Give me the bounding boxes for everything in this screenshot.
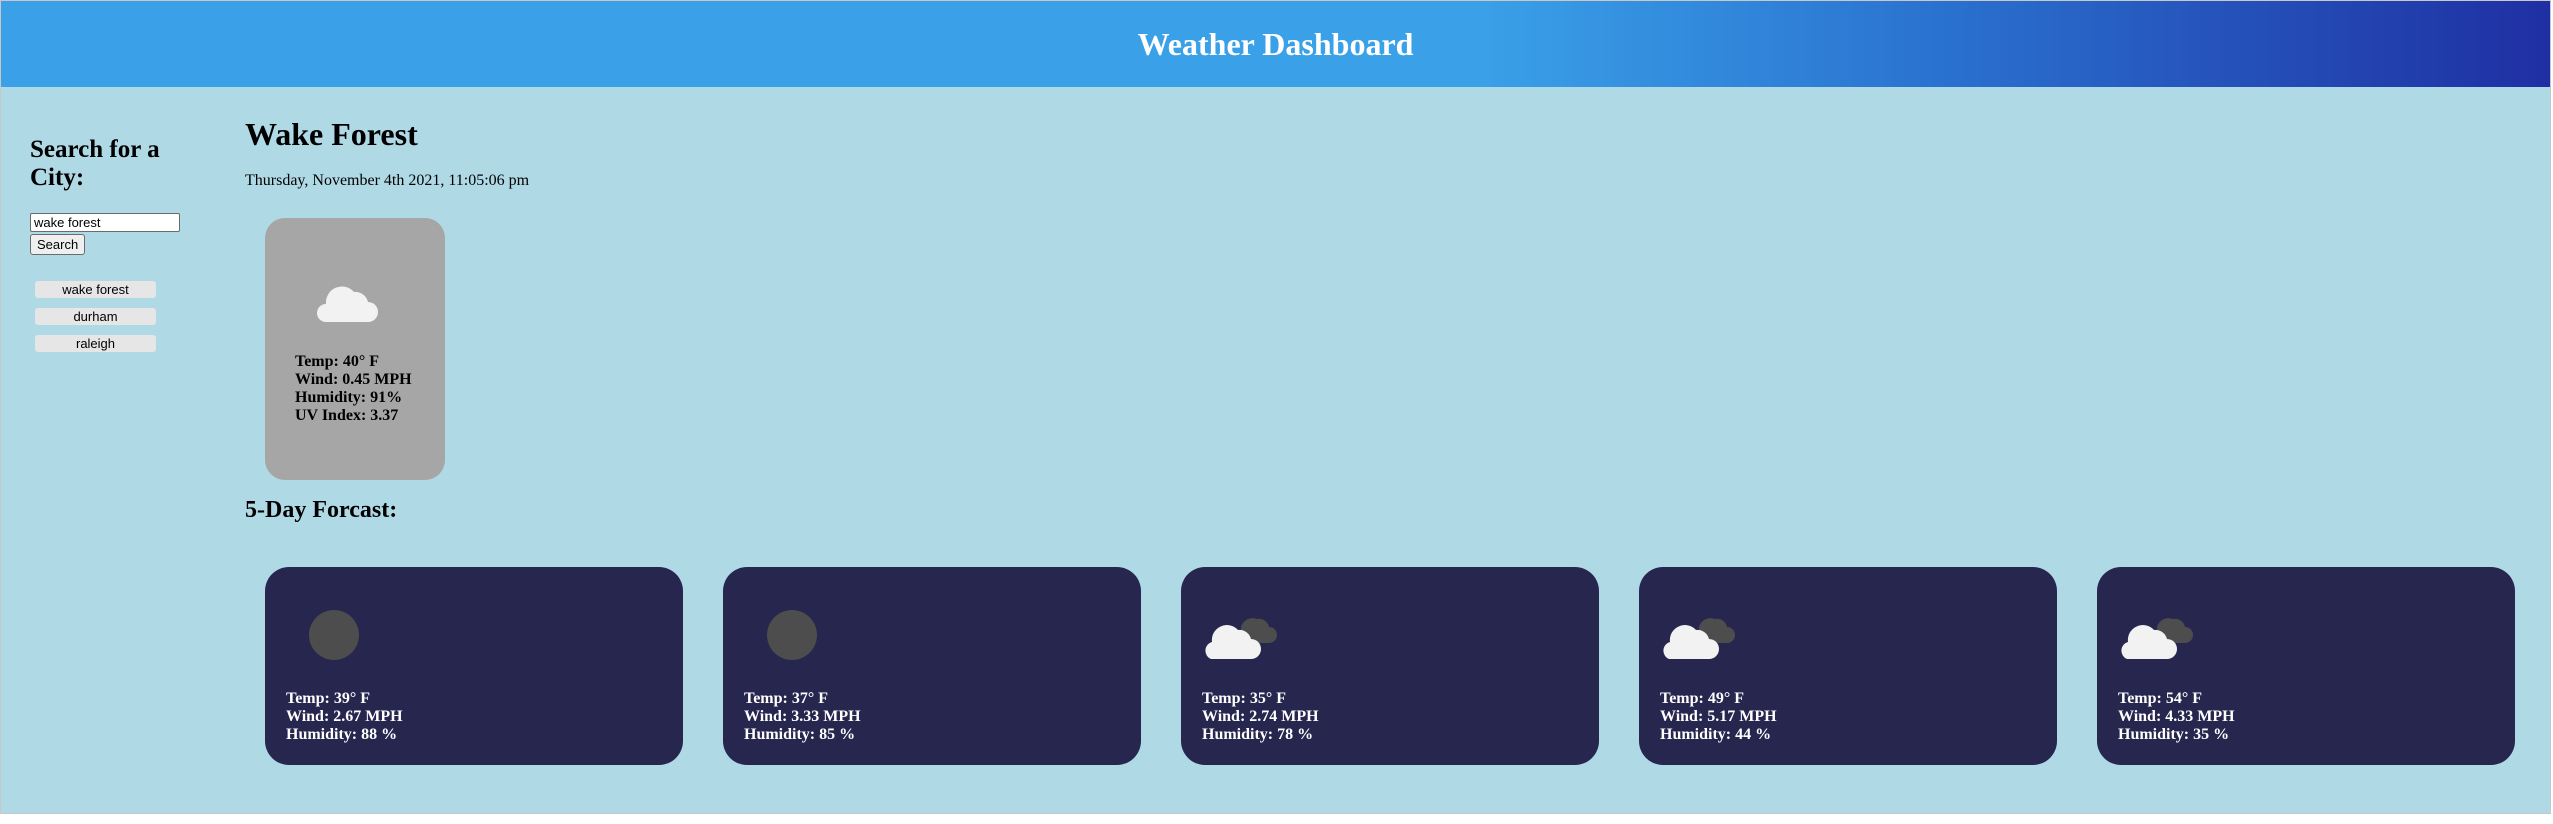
forecast-temp: Temp: 39° F (286, 690, 371, 707)
forecast-stats: Temp: 35° F Wind: 2.74 MPH Humidity: 78 … (1202, 690, 1319, 744)
forecast-stats: Temp: 39° F Wind: 2.67 MPH Humidity: 88 … (286, 690, 403, 744)
forecast-wind: Wind: 2.67 MPH (286, 708, 403, 725)
forecast-wind: Wind: 3.33 MPH (744, 708, 861, 725)
forecast-humidity: Humidity: 85 % (744, 726, 856, 743)
history-item-raleigh[interactable]: raleigh (35, 335, 156, 352)
current-weather-card: Temp: 40° F Wind: 0.45 MPH Humidity: 91%… (265, 218, 445, 480)
city-search-input[interactable] (30, 213, 180, 232)
moon-icon (285, 607, 361, 668)
current-date: Thursday, November 4th 2021, 11:05:06 pm (245, 172, 530, 189)
forecast-stats: Temp: 37° F Wind: 3.33 MPH Humidity: 85 … (744, 690, 861, 744)
forecast-temp: Temp: 37° F (744, 690, 829, 707)
forecast-stats: Temp: 49° F Wind: 5.17 MPH Humidity: 44 … (1660, 690, 1777, 744)
clouds-icon (2117, 607, 2193, 668)
forecast-temp: Temp: 54° F (2118, 690, 2203, 707)
forecast-card: Temp: 35° F Wind: 2.74 MPH Humidity: 78 … (1181, 567, 1599, 765)
search-history: wake forest durham raleigh (35, 281, 156, 362)
moon-icon (743, 607, 819, 668)
forecast-humidity: Humidity: 35 % (2118, 726, 2230, 743)
current-temp: Temp: 40° F (295, 353, 380, 370)
history-item-durham[interactable]: durham (35, 308, 156, 325)
current-wind: Wind: 0.45 MPH (295, 371, 412, 388)
forecast-wind: Wind: 4.33 MPH (2118, 708, 2235, 725)
search-sidebar: Search for a City: Search wake forest du… (30, 136, 200, 352)
forecast-heading: 5-Day Forcast: (245, 497, 398, 523)
search-heading: Search for a City: (30, 136, 160, 191)
history-item-wake-forest[interactable]: wake forest (35, 281, 156, 298)
forecast-card: Temp: 37° F Wind: 3.33 MPH Humidity: 85 … (723, 567, 1141, 765)
forecast-humidity: Humidity: 88 % (286, 726, 398, 743)
forecast-humidity: Humidity: 44 % (1660, 726, 1772, 743)
forecast-wind: Wind: 5.17 MPH (1660, 708, 1777, 725)
clouds-icon (1659, 607, 1735, 668)
clouds-icon (1201, 607, 1277, 668)
forecast-temp: Temp: 49° F (1660, 690, 1745, 707)
current-uv-index: UV Index: 3.37 (295, 407, 399, 424)
page-title: Weather Dashboard (1137, 25, 1414, 62)
forecast-temp: Temp: 35° F (1202, 690, 1287, 707)
current-city-name: Wake Forest (245, 116, 418, 152)
cloud-icon (312, 278, 382, 331)
search-button[interactable]: Search (30, 234, 86, 255)
forecast-humidity: Humidity: 78 % (1202, 726, 1314, 743)
forecast-wind: Wind: 2.74 MPH (1202, 708, 1319, 725)
forecast-stats: Temp: 54° F Wind: 4.33 MPH Humidity: 35 … (2118, 690, 2235, 744)
forecast-card: Temp: 39° F Wind: 2.67 MPH Humidity: 88 … (265, 567, 683, 765)
forecast-card: Temp: 54° F Wind: 4.33 MPH Humidity: 35 … (2097, 567, 2515, 765)
current-stats: Temp: 40° F Wind: 0.45 MPH Humidity: 91%… (295, 353, 412, 425)
forecast-card: Temp: 49° F Wind: 5.17 MPH Humidity: 44 … (1639, 567, 2057, 765)
current-humidity: Humidity: 91% (295, 389, 403, 406)
app-header: Weather Dashboard (1, 1, 2550, 87)
